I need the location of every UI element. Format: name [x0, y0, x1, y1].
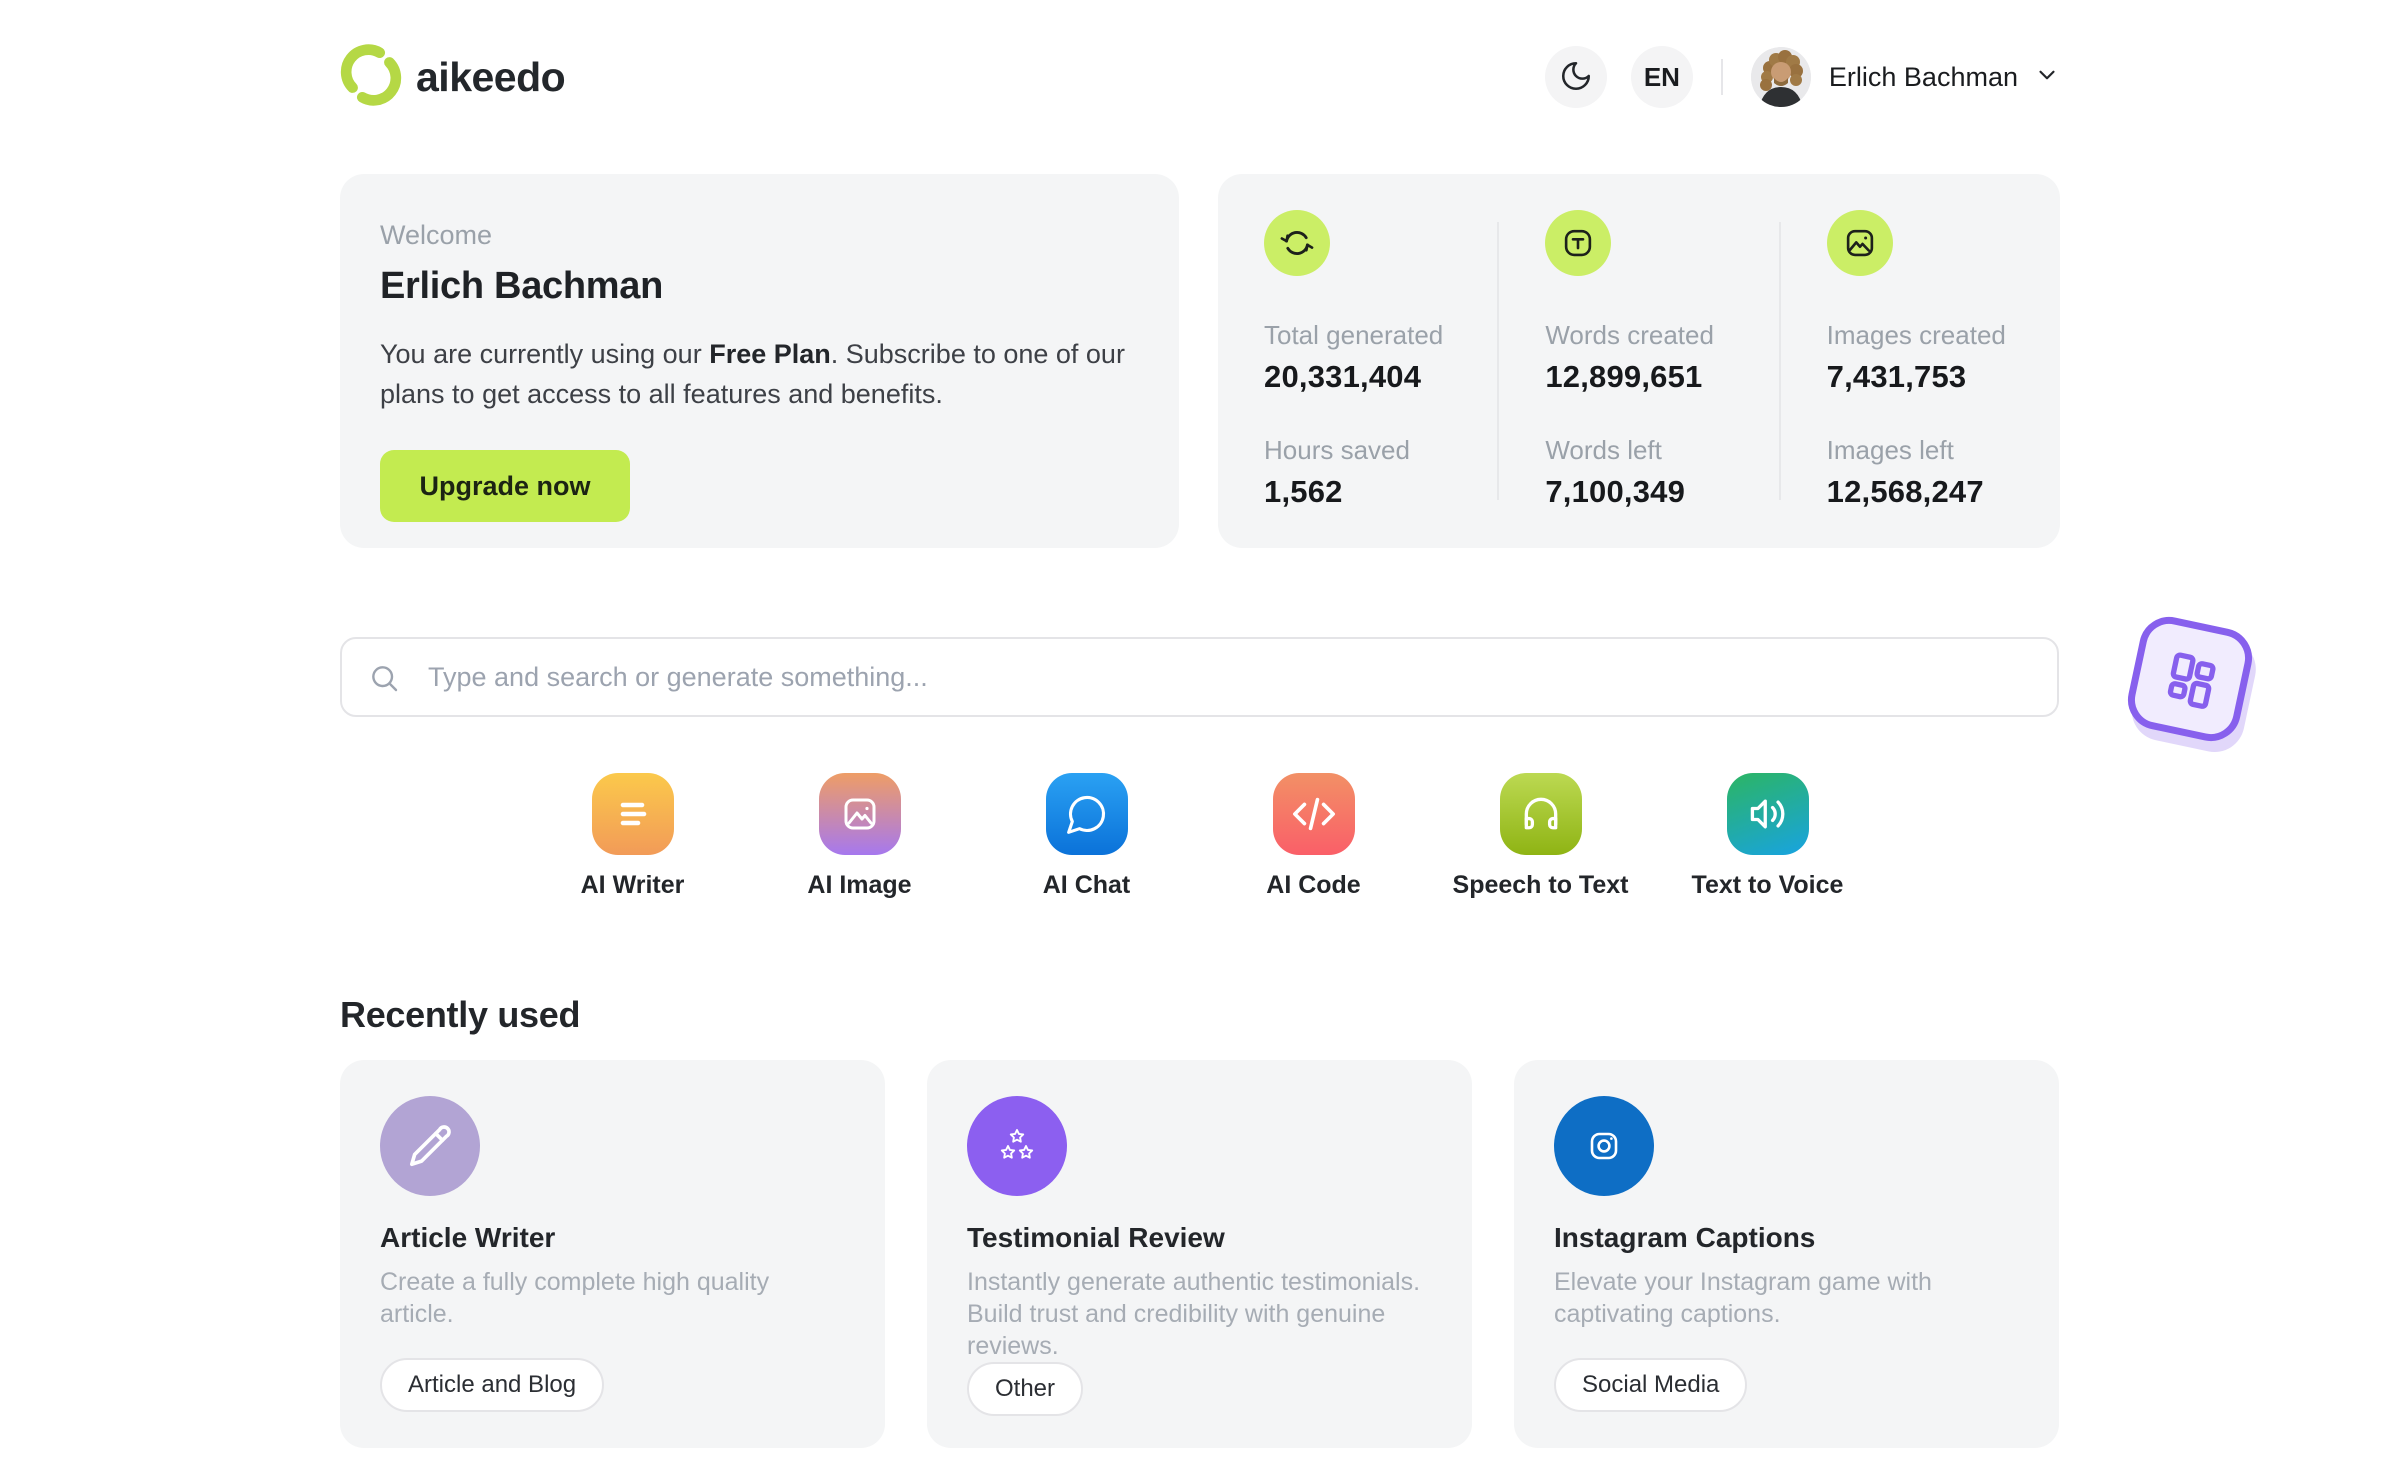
tool-label: Speech to Text: [1452, 871, 1629, 899]
stat-column-images: Images created 7,431,753 Images left 12,…: [1781, 210, 2060, 512]
stat-label: Hours saved: [1264, 435, 1410, 465]
code-icon: [1272, 773, 1355, 855]
recently-used-cards: Article Writer Create a fully complete h…: [340, 1060, 2060, 1448]
chevron-down-icon: [2034, 62, 2060, 93]
chat-bubble-icon: [1045, 773, 1128, 855]
stat-value: 12,899,651: [1545, 359, 1703, 394]
recent-card-description: Elevate your Instagram game with captiva…: [1554, 1268, 1932, 1328]
usage-stats-card: Total generated 20,331,404 Hours saved 1…: [1218, 174, 2060, 548]
search-bar: [340, 637, 2060, 717]
stat-label: Images left: [1826, 435, 1954, 465]
stat-label: Words created: [1545, 320, 1714, 350]
recent-card-description: Create a fully complete high quality art…: [380, 1268, 770, 1328]
tool-ai-chat[interactable]: AI Chat: [973, 773, 1200, 900]
upgrade-button[interactable]: Upgrade now: [380, 450, 630, 522]
aikeedo-swirl-icon: [340, 43, 402, 111]
hero-row: Welcome Erlich Bachman You are currently…: [340, 174, 2060, 548]
floating-apps-button[interactable]: [2122, 611, 2258, 747]
recent-card-title: Testimonial Review: [967, 1222, 1225, 1253]
stat-label: Total generated: [1264, 320, 1444, 350]
stat-label: Words left: [1545, 435, 1662, 465]
language-button[interactable]: EN: [1630, 46, 1693, 108]
headphones-icon: [1499, 773, 1582, 855]
welcome-user-name: Erlich Bachman: [380, 265, 664, 307]
welcome-card: Welcome Erlich Bachman You are currently…: [340, 174, 1179, 548]
tool-speech-to-text[interactable]: Speech to Text: [1427, 773, 1654, 900]
plan-message: You are currently using our Free Plan. S…: [380, 339, 1125, 409]
stat-value: 1,562: [1264, 474, 1343, 509]
recent-card-tag[interactable]: Other: [967, 1362, 1084, 1416]
recent-card-description: Instantly generate authentic testimonial…: [967, 1268, 1421, 1360]
grid-icon: [2153, 641, 2227, 717]
plan-name: Free Plan: [709, 339, 831, 369]
stat-value: 20,331,404: [1264, 359, 1422, 394]
tool-text-to-voice[interactable]: Text to Voice: [1654, 773, 1881, 900]
stat-value: 7,100,349: [1545, 474, 1686, 509]
tool-label: AI Chat: [1042, 871, 1131, 899]
header-controls: EN Erlich Bachman: [1544, 46, 2060, 108]
stars-icon: [967, 1096, 1067, 1196]
tool-label: AI Code: [1266, 871, 1361, 899]
picture-icon: [818, 773, 901, 855]
recent-card-testimonial-review[interactable]: Testimonial Review Instantly generate au…: [927, 1060, 1472, 1448]
tools-row: AI Writer AI Image AI Chat AI Code Speec…: [340, 773, 2060, 900]
header-divider: [1720, 59, 1723, 95]
stat-value: 12,568,247: [1826, 474, 1984, 509]
sync-icon: [1264, 210, 1330, 276]
welcome-eyebrow: Welcome: [380, 220, 493, 250]
tool-label: AI Image: [807, 871, 912, 899]
stat-label: Images created: [1826, 320, 2006, 350]
stat-value: 7,431,753: [1826, 359, 1967, 394]
dark-mode-button[interactable]: [1544, 46, 1607, 108]
search-icon: [368, 662, 400, 699]
account-menu[interactable]: Erlich Bachman: [1750, 47, 2060, 107]
tool-ai-code[interactable]: AI Code: [1200, 773, 1427, 900]
recent-card-title: Instagram Captions: [1554, 1222, 1816, 1253]
moon-icon: [1559, 59, 1593, 96]
stat-column-words: Words created 12,899,651 Words left 7,10…: [1499, 210, 1778, 512]
header: aikeedo EN Erlich Bachman: [340, 43, 2060, 111]
recent-card-title: Article Writer: [380, 1222, 556, 1253]
stat-column-generated: Total generated 20,331,404 Hours saved 1…: [1218, 210, 1497, 512]
recent-card-tag[interactable]: Article and Blog: [380, 1358, 605, 1412]
text-icon: [1545, 210, 1612, 276]
recent-card-tag[interactable]: Social Media: [1554, 1358, 1748, 1412]
tool-ai-image[interactable]: AI Image: [746, 773, 973, 900]
tool-label: AI Writer: [580, 871, 685, 899]
image-icon: [1826, 210, 1893, 276]
language-label: EN: [1643, 61, 1680, 92]
avatar: [1750, 47, 1811, 107]
account-name: Erlich Bachman: [1828, 61, 2018, 92]
tool-ai-writer[interactable]: AI Writer: [519, 773, 746, 900]
speaker-icon: [1726, 773, 1809, 855]
text-lines-icon: [591, 773, 674, 855]
brand-name: aikeedo: [416, 53, 566, 100]
recent-card-article-writer[interactable]: Article Writer Create a fully complete h…: [340, 1060, 885, 1448]
instagram-icon: [1554, 1096, 1654, 1196]
pencil-icon: [380, 1096, 480, 1196]
recent-card-instagram-captions[interactable]: Instagram Captions Elevate your Instagra…: [1514, 1060, 2059, 1448]
tool-label: Text to Voice: [1691, 871, 1844, 899]
brand-logo[interactable]: aikeedo: [340, 43, 566, 111]
recently-used-heading: Recently used: [340, 994, 581, 1035]
search-input[interactable]: [340, 637, 2059, 717]
dashboard-page: aikeedo EN Erlich Bachman Welcome Erlich…: [0, 0, 2400, 1480]
